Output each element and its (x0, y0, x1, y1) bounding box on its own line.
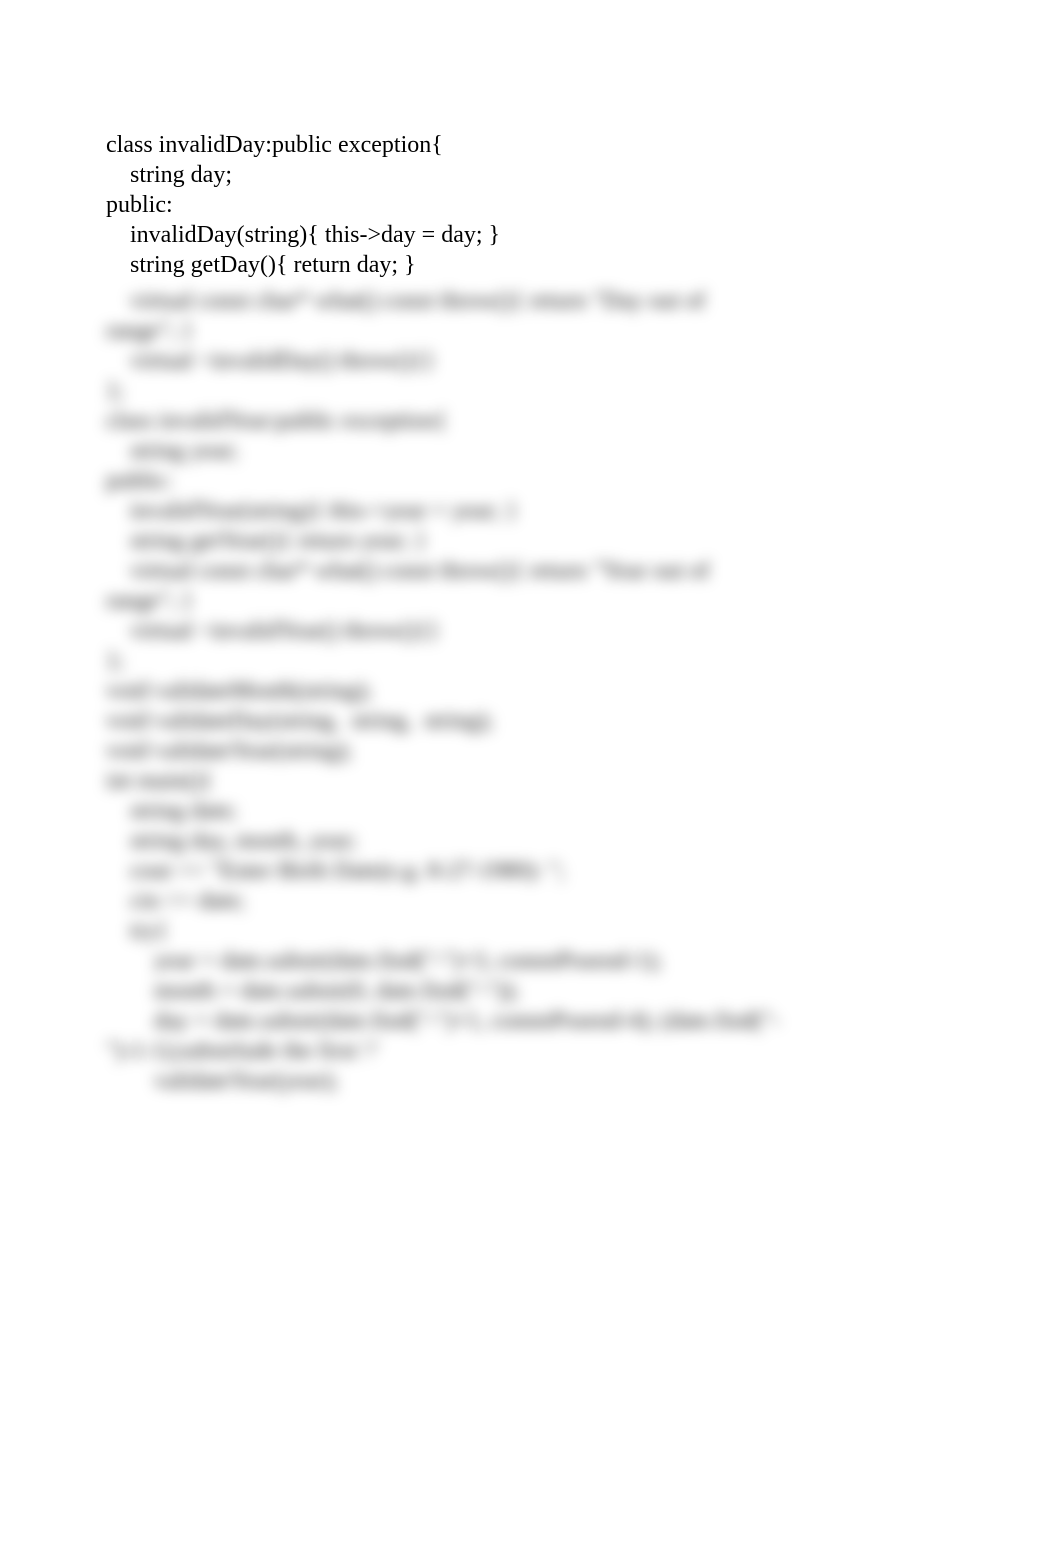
code-line: string day; (106, 160, 956, 190)
code-line: void validateDay(string, string, string)… (106, 706, 956, 736)
code-clear-section: class invalidDay:public exception{ strin… (106, 130, 956, 280)
code-line: string day, month, year; (106, 826, 956, 856)
code-line: string getDay(){ return day; } (106, 250, 956, 280)
code-line: cout << "Enter Birth Date(e.g. 8-27-1980… (106, 856, 956, 886)
code-line: invalidYear(string){ this->year = year; … (106, 496, 956, 526)
code-line: try{ (106, 916, 956, 946)
code-line: void validateMonth(string); (106, 676, 956, 706)
code-line: month = date.substr(0, date.find("-")); (106, 976, 956, 1006)
code-line: invalidDay(string){ this->day = day; } (106, 220, 956, 250)
code-line: virtual const char* what() const throw()… (106, 286, 956, 316)
code-line: range"; } (106, 316, 956, 346)
code-line: int main(){ (106, 766, 956, 796)
code-line: class invalidDay:public exception{ (106, 130, 956, 160)
code-blurred-section: virtual const char* what() const throw()… (106, 286, 956, 1096)
code-line: }; (106, 646, 956, 676)
code-line: }; (106, 376, 956, 406)
code-line: day = date.substr(date.find("-")+1, comm… (106, 1006, 956, 1036)
code-line: ")-1-1);substrlude the first '/' (106, 1036, 956, 1066)
code-line: public: (106, 466, 956, 496)
code-line: string date; (106, 796, 956, 826)
code-line: range"; } (106, 586, 956, 616)
code-line: string year; (106, 436, 956, 466)
code-line: virtual const char* what() const throw()… (106, 556, 956, 586)
code-line: void validateYear(string); (106, 736, 956, 766)
code-line: public: (106, 190, 956, 220)
code-line: validateYear(year); (106, 1066, 956, 1096)
code-line: cin >> date; (106, 886, 956, 916)
code-line: class invalidYear:public exception{ (106, 406, 956, 436)
code-line: string getYear(){ return year; } (106, 526, 956, 556)
code-line: year = date.substr(date.find("-")+3, com… (106, 946, 956, 976)
code-line: virtual ~invalidYear() throw(){} (106, 616, 956, 646)
code-line: virtual ~invalidDay() throw(){} (106, 346, 956, 376)
